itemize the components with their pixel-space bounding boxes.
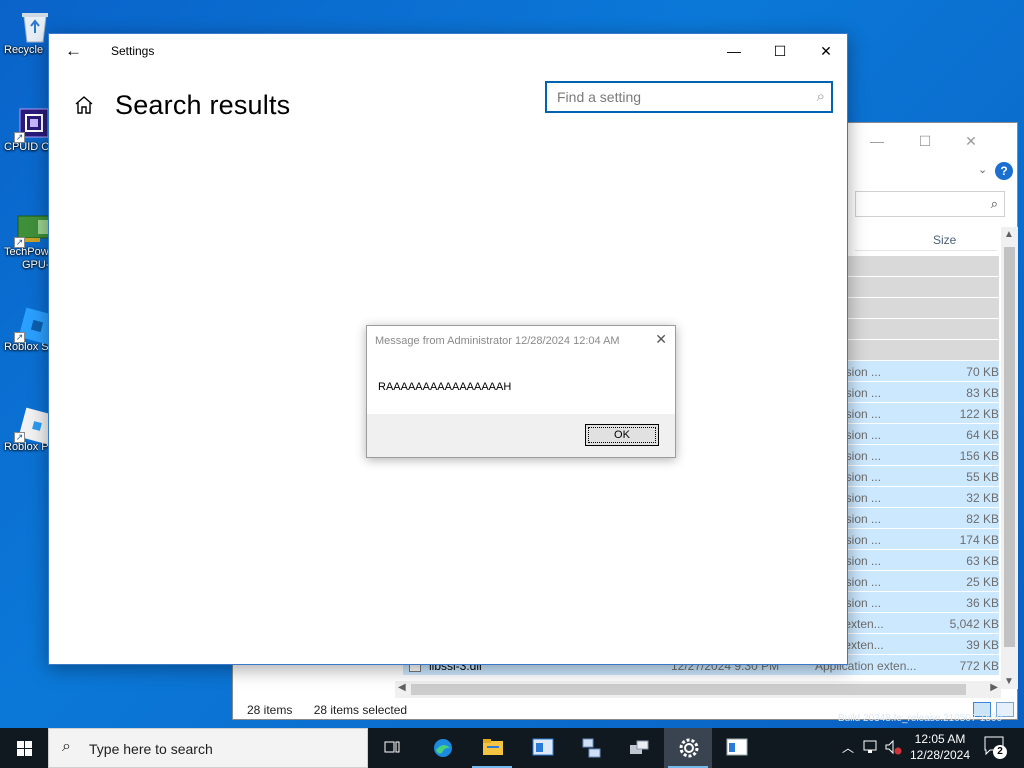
taskbar: ⌕ Type here to search ︿ 12:05 AM 12/28/2… xyxy=(0,728,1024,768)
home-icon[interactable] xyxy=(73,94,95,116)
window-title: Settings xyxy=(111,44,155,58)
scrollbar-thumb[interactable] xyxy=(1004,247,1015,647)
explorer-title-bar: — ☐ ✕ xyxy=(867,123,1017,165)
system-clock[interactable]: 12:05 AM 12/28/2024 xyxy=(904,731,976,763)
notification-count-badge: 2 xyxy=(993,745,1007,759)
network-status-icon[interactable] xyxy=(862,738,880,768)
remote-button[interactable] xyxy=(614,728,662,768)
clock-time: 12:05 AM xyxy=(914,732,966,746)
cpuid-icon: ↗ xyxy=(14,105,52,143)
edge-icon xyxy=(432,737,452,757)
taskbar-search-placeholder: Type here to search xyxy=(89,741,213,757)
file-explorer-icon xyxy=(482,737,503,757)
gpu-z-icon: ↗ xyxy=(14,210,52,248)
server-manager-button[interactable] xyxy=(518,728,566,768)
desktop-icon-label: Recycle xyxy=(4,44,44,56)
column-header-row: Size xyxy=(855,227,997,251)
scroll-up-icon[interactable]: ▲ xyxy=(1004,229,1014,240)
build-watermark: Build 20348.fe_release.210507-1500 xyxy=(838,713,1003,724)
task-view-button[interactable] xyxy=(368,728,416,768)
console-button[interactable] xyxy=(712,728,760,768)
show-hidden-icons-chevron-icon[interactable]: ︿ xyxy=(842,739,854,768)
maximize-button[interactable]: ☐ xyxy=(911,133,939,153)
file-size: 83 KB xyxy=(966,386,999,400)
start-button[interactable] xyxy=(0,728,48,768)
file-size: 156 KB xyxy=(959,449,999,463)
minimize-button[interactable]: — xyxy=(863,133,891,153)
horizontal-scrollbar[interactable]: ◀ ▶ xyxy=(395,681,1001,698)
network-icon xyxy=(580,737,601,758)
shortcut-arrow-icon: ↗ xyxy=(14,332,25,343)
server-manager-icon xyxy=(532,737,554,757)
scroll-right-icon[interactable]: ▶ xyxy=(990,682,998,693)
file-size: 55 KB xyxy=(966,470,999,484)
dialog-message: RAAAAAAAAAAAAAAAAH xyxy=(378,381,512,393)
console-icon xyxy=(726,737,748,757)
page-title: Search results xyxy=(115,90,291,120)
clock-date: 12/28/2024 xyxy=(909,748,971,762)
desktop-icon-label-line2: GPU- xyxy=(22,259,48,271)
file-size: 122 KB xyxy=(959,407,999,421)
status-bar: 28 items 28 items selected xyxy=(247,703,425,719)
maximize-button[interactable]: ☐ xyxy=(757,38,803,64)
settings-search-input[interactable] xyxy=(547,83,797,111)
network-button[interactable] xyxy=(566,728,614,768)
edge-button[interactable] xyxy=(418,728,466,768)
file-size: 70 KB xyxy=(966,365,999,379)
dialog-title: Message from Administrator 12/28/2024 12… xyxy=(375,335,620,347)
back-arrow-icon[interactable]: ← xyxy=(65,41,82,61)
task-view-icon xyxy=(382,737,402,757)
roblox-studio-icon: ↗ xyxy=(14,305,56,345)
close-button[interactable]: ✕ xyxy=(803,38,849,64)
notification-center-button[interactable]: 2 xyxy=(984,736,1008,759)
file-size: 64 KB xyxy=(966,428,999,442)
shortcut-arrow-icon: ↗ xyxy=(14,432,25,443)
file-size: 63 KB xyxy=(966,554,999,568)
file-explorer-button[interactable] xyxy=(468,728,516,768)
item-count: 28 items xyxy=(247,703,293,717)
file-size: 772 KB xyxy=(959,659,999,673)
file-size: 32 KB xyxy=(966,491,999,505)
volume-muted-icon[interactable] xyxy=(884,738,902,768)
column-header-size[interactable]: Size xyxy=(933,233,956,247)
file-size: 25 KB xyxy=(966,575,999,589)
close-icon[interactable]: ✕ xyxy=(655,331,667,348)
dialog-footer: OK xyxy=(367,414,675,457)
message-dialog[interactable]: Message from Administrator 12/28/2024 12… xyxy=(366,325,676,458)
search-icon: ⌕ xyxy=(816,88,825,105)
ribbon-collapse-chevron-icon[interactable]: ⌄ xyxy=(978,163,987,176)
file-size: 39 KB xyxy=(966,638,999,652)
file-size: 5,042 KB xyxy=(949,617,999,631)
remote-icon xyxy=(628,737,649,757)
taskbar-search-box[interactable]: ⌕ Type here to search xyxy=(48,728,368,768)
minimize-button[interactable]: — xyxy=(711,38,757,64)
file-size: 174 KB xyxy=(959,533,999,547)
roblox-player-icon: ↗ xyxy=(14,405,56,445)
explorer-search-input[interactable]: ⌕ xyxy=(855,191,1005,217)
settings-button[interactable] xyxy=(664,728,712,768)
selected-count: 28 items selected xyxy=(313,703,408,717)
search-icon: ⌕ xyxy=(990,196,998,211)
search-icon: ⌕ xyxy=(62,738,71,755)
settings-search-box[interactable]: ⌕ xyxy=(545,81,833,113)
shortcut-arrow-icon: ↗ xyxy=(14,237,25,248)
shortcut-arrow-icon: ↗ xyxy=(14,132,25,143)
settings-icon xyxy=(678,737,699,758)
file-size: 82 KB xyxy=(966,512,999,526)
scroll-down-icon[interactable]: ▼ xyxy=(1004,676,1014,687)
vertical-scrollbar[interactable]: ▲ ▼ xyxy=(1001,227,1018,689)
scroll-left-icon[interactable]: ◀ xyxy=(398,682,406,693)
help-icon[interactable]: ? xyxy=(995,162,1013,180)
ok-button[interactable]: OK xyxy=(585,424,659,446)
scrollbar-thumb[interactable] xyxy=(411,684,966,695)
file-size: 36 KB xyxy=(966,596,999,610)
close-button[interactable]: ✕ xyxy=(957,133,985,153)
